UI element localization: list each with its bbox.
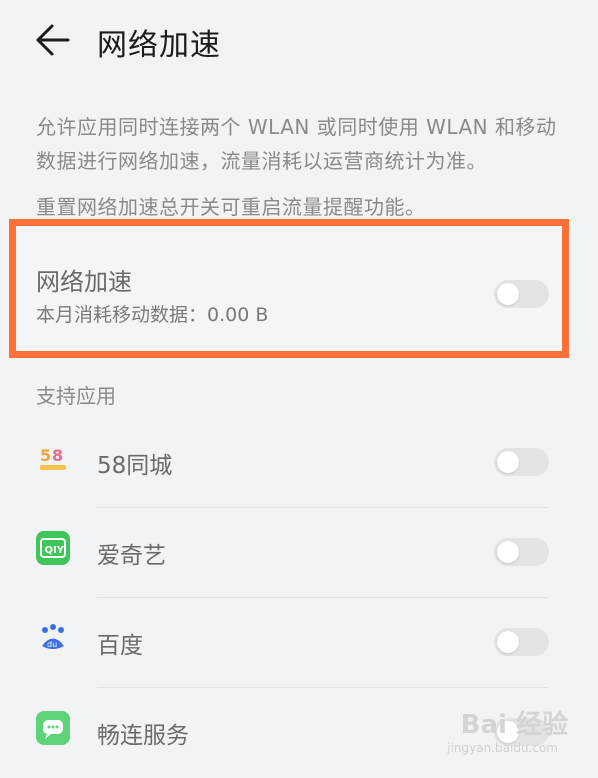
app-name: 爱奇艺	[97, 543, 166, 569]
network-acceleration-label: 网络加速	[36, 268, 132, 296]
back-arrow-icon[interactable]	[30, 18, 74, 62]
network-acceleration-toggle[interactable]	[494, 280, 549, 308]
mobile-data-usage-text: 本月消耗移动数据：0.00 B	[36, 304, 269, 326]
app-name: 58同城	[97, 453, 173, 479]
58-icon: 5 8	[36, 441, 70, 475]
svg-text:du: du	[47, 640, 57, 649]
app-toggle-iqiyi[interactable]	[494, 538, 549, 566]
app-name: 畅连服务	[97, 723, 189, 749]
list-item: QIY 爱奇艺	[0, 508, 598, 598]
list-item: du 百度	[0, 598, 598, 688]
description-text: 允许应用同时连接两个 WLAN 或同时使用 WLAN 和移动数据进行网络加速，流…	[36, 115, 557, 173]
app-toggle-baidu[interactable]	[494, 628, 549, 656]
list-item: 5 8 58同城	[0, 418, 598, 508]
page-title: 网络加速	[97, 28, 221, 63]
changlian-icon	[36, 711, 70, 745]
svg-text:QIY: QIY	[45, 545, 65, 556]
supported-apps-header: 支持应用	[36, 384, 116, 408]
svg-text:8: 8	[52, 446, 63, 465]
app-toggle-58[interactable]	[494, 448, 549, 476]
top-bar: 网络加速	[0, 0, 598, 80]
watermark-url: jingyan.baidu.com	[447, 741, 558, 755]
iqiyi-icon: QIY	[36, 531, 70, 565]
app-name: 百度	[97, 633, 143, 659]
watermark-logo: Bai 经验	[460, 710, 568, 740]
svg-text:5: 5	[40, 446, 51, 465]
baidu-icon: du	[36, 621, 70, 655]
